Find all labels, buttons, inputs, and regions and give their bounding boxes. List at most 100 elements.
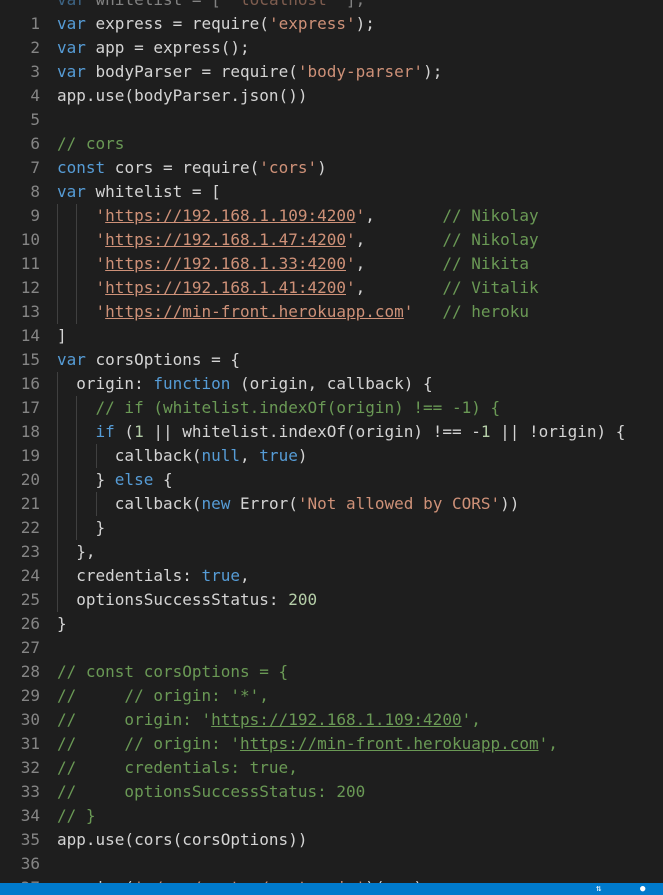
line-number: 24 (20, 566, 40, 585)
code-line-14[interactable]: 14] (0, 324, 663, 348)
code-text[interactable]: } (57, 612, 67, 636)
code-text[interactable]: 'https://192.168.1.109:4200', // Nikolay (57, 204, 539, 228)
code-text[interactable]: 'https://min-front.herokuapp.com' // her… (57, 300, 530, 324)
line-number: 28 (20, 662, 40, 681)
code-line-21[interactable]: 21 callback(new Error('Not allowed by CO… (0, 492, 663, 516)
line-number: 37 (0, 876, 40, 883)
code-line-3[interactable]: 3 var bodyParser = require('body-parser')… (0, 60, 663, 84)
code-text[interactable]: var app = express(); (57, 36, 250, 60)
code-line-24[interactable]: 24 credentials: true, (0, 564, 663, 588)
line-number: 36 (20, 854, 40, 873)
code-text[interactable]: const cors = require('cors') (57, 156, 327, 180)
code-text[interactable]: }, (57, 540, 95, 564)
code-line-23[interactable]: 23 }, (0, 540, 663, 564)
code-line-34[interactable]: 34 // } (0, 804, 663, 828)
code-line-5[interactable]: 5 (0, 108, 663, 132)
code-text[interactable]: // const corsOptions = { (57, 660, 288, 684)
code-text[interactable]: app.use(bodyParser.json()) (57, 84, 307, 108)
code-line-18[interactable]: 18 if (1 || whitelist.indexOf(origin) !=… (0, 420, 663, 444)
code-line-16[interactable]: 16 origin: function (origin, callback) { (0, 372, 663, 396)
code-text[interactable]: var bodyParser = require('body-parser'); (57, 60, 442, 84)
code-text[interactable]: 'https://192.168.1.47:4200', // Nikolay (57, 228, 539, 252)
code-text[interactable]: } (57, 516, 106, 540)
line-number: 27 (20, 638, 40, 657)
code-line-29[interactable]: 29 // // origin: '*', (0, 684, 663, 708)
code-line-13[interactable]: 13 'https://min-front.herokuapp.com' // … (0, 300, 663, 324)
code-line-22[interactable]: 22 } (0, 516, 663, 540)
code-line-11[interactable]: 11 'https://192.168.1.33:4200', // Nikit… (0, 252, 663, 276)
sync-icon[interactable]: ⇅ (596, 884, 601, 894)
code-text[interactable]: 'https://192.168.1.33:4200', // Nikita (57, 252, 530, 276)
code-text[interactable]: // } (57, 804, 96, 828)
code-line-25[interactable]: 25 optionsSuccessStatus: 200 (0, 588, 663, 612)
indent-guide (57, 516, 58, 540)
code-line-15[interactable]: 15 var corsOptions = { (0, 348, 663, 372)
code-text[interactable]: ] (57, 324, 67, 348)
line-number: 31 (20, 734, 40, 753)
code-line-36[interactable]: 36 (0, 852, 663, 876)
code-line-2[interactable]: 2 var app = express(); (0, 36, 663, 60)
line-number: 32 (20, 758, 40, 777)
line-number: 16 (20, 374, 40, 393)
code-text[interactable]: var corsOptions = { (57, 348, 240, 372)
line-number: 19 (20, 446, 40, 465)
code-text[interactable]: var express = require('express'); (57, 12, 375, 36)
line-number: 4 (30, 86, 40, 105)
code-line-partial[interactable]: var whitelist = [ 'localhost' ]; (0, 0, 663, 12)
code-text[interactable]: optionsSuccessStatus: 200 (57, 588, 317, 612)
line-number: 23 (20, 542, 40, 561)
line-number: 7 (30, 158, 40, 177)
code-text[interactable]: callback(new Error('Not allowed by CORS'… (57, 492, 520, 516)
code-line-27[interactable]: 27 (0, 636, 663, 660)
code-editor[interactable]: var whitelist = [ 'localhost' ]; 1 var exp… (0, 0, 663, 883)
code-text[interactable]: 'https://192.168.1.41:4200', // Vitalik (57, 276, 539, 300)
bell-icon[interactable]: ● (640, 884, 645, 894)
code-text[interactable]: // cors (57, 132, 124, 156)
code-line-37[interactable]: 37 require('./app/router/router.js')(app)… (0, 876, 663, 883)
status-bar: ⇅ ● (0, 883, 663, 895)
code-text[interactable]: var whitelist = [ 'localhost' ]; (57, 0, 365, 12)
code-line-8[interactable]: 8 var whitelist = [ (0, 180, 663, 204)
indent-guide (76, 492, 78, 516)
code-text[interactable]: if (1 || whitelist.indexOf(origin) !== -… (57, 420, 626, 444)
indent-guide (57, 420, 58, 444)
indent-guide (57, 396, 58, 420)
line-number: 14 (20, 326, 40, 345)
indent-guide (57, 444, 58, 468)
code-line-26[interactable]: 26} (0, 612, 663, 636)
code-text[interactable]: // // origin: 'https://min-front.herokua… (57, 732, 558, 756)
code-line-20[interactable]: 20 } else { (0, 468, 663, 492)
code-line-35[interactable]: 35 app.use(cors(corsOptions)) (0, 828, 663, 852)
code-text[interactable]: // credentials: true, (57, 756, 298, 780)
code-line-19[interactable]: 19 callback(null, true) (0, 444, 663, 468)
code-text[interactable]: credentials: true, (57, 564, 249, 588)
indent-guide (76, 252, 78, 276)
code-text[interactable]: // if (whitelist.indexOf(origin) !== -1)… (57, 396, 501, 420)
code-line-12[interactable]: 12 'https://192.168.1.41:4200', // Vital… (0, 276, 663, 300)
code-line-28[interactable]: 28 // const corsOptions = { (0, 660, 663, 684)
line-number: 30 (20, 710, 40, 729)
code-text[interactable]: // // origin: '*', (57, 684, 269, 708)
code-line-17[interactable]: 17 // if (whitelist.indexOf(origin) !== … (0, 396, 663, 420)
code-text[interactable]: // optionsSuccessStatus: 200 (57, 780, 365, 804)
line-number: 6 (30, 134, 40, 153)
code-line-9[interactable]: 9 'https://192.168.1.109:4200', // Nikol… (0, 204, 663, 228)
code-line-6[interactable]: 6 // cors (0, 132, 663, 156)
code-line-30[interactable]: 30 // origin: 'https://192.168.1.109:4200… (0, 708, 663, 732)
code-text[interactable]: } else { (57, 468, 173, 492)
code-line-32[interactable]: 32 // credentials: true, (0, 756, 663, 780)
line-number: 1 (30, 14, 40, 33)
code-text[interactable]: origin: function (origin, callback) { (57, 372, 432, 396)
code-line-7[interactable]: 7 const cors = require('cors') (0, 156, 663, 180)
code-line-10[interactable]: 10 'https://192.168.1.47:4200', // Nikol… (0, 228, 663, 252)
code-text[interactable]: // origin: 'https://192.168.1.109:4200', (57, 708, 481, 732)
code-line-33[interactable]: 33 // optionsSuccessStatus: 200 (0, 780, 663, 804)
code-line-4[interactable]: 4 app.use(bodyParser.json()) (0, 84, 663, 108)
code-text[interactable]: app.use(cors(corsOptions)) (57, 828, 307, 852)
line-number: 26 (20, 614, 40, 633)
code-line-31[interactable]: 31 // // origin: 'https://min-front.herok… (0, 732, 663, 756)
code-line-1[interactable]: 1 var express = require('express'); (0, 12, 663, 36)
code-text[interactable]: var whitelist = [ (57, 180, 221, 204)
line-number: 9 (30, 206, 40, 225)
code-text[interactable]: require('./app/router/router.js')(app); (57, 876, 433, 883)
